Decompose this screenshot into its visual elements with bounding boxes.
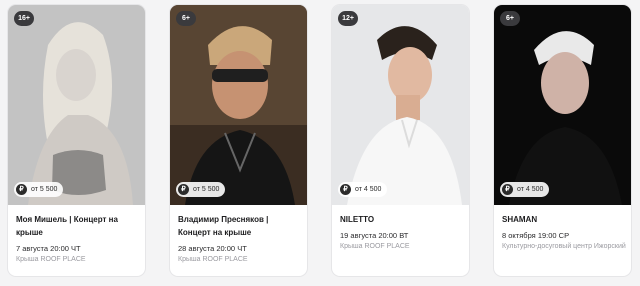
event-title[interactable]: NILETTO [340, 213, 464, 226]
price-badge: ₽ от 5 500 [176, 182, 226, 197]
age-rating-badge: 6+ [176, 11, 196, 26]
price-text: от 5 500 [193, 186, 220, 193]
price-badge: ₽ от 4 500 [500, 182, 550, 197]
event-card[interactable]: 12+ ₽ от 4 500 NILETTO 19 августа 20:00 … [332, 5, 469, 276]
event-date: 28 августа 20:00 ЧТ [178, 244, 247, 253]
ruble-icon: ₽ [502, 184, 513, 195]
price-badge: ₽ от 5 500 [14, 182, 64, 197]
event-photo[interactable] [332, 5, 469, 205]
price-text: от 4 500 [517, 186, 544, 193]
event-venue: Крыша ROOF PLACE [178, 256, 248, 263]
ruble-icon: ₽ [340, 184, 351, 195]
ruble-icon: ₽ [16, 184, 27, 195]
age-rating-badge: 6+ [500, 11, 520, 26]
ruble-icon: ₽ [178, 184, 189, 195]
event-title[interactable]: Владимир Пресняков | Концерт на крыше [178, 213, 302, 239]
event-venue: Крыша ROOF PLACE [16, 256, 86, 263]
event-date: 19 августа 20:00 ВТ [340, 231, 409, 240]
event-title[interactable]: SHAMAN [502, 213, 626, 226]
event-card[interactable]: 16+ ₽ от 5 500 Моя Мишель | Концерт на к… [8, 5, 145, 276]
event-photo[interactable] [494, 5, 631, 205]
price-text: от 4 500 [355, 186, 382, 193]
age-rating-badge: 12+ [338, 11, 358, 26]
event-date: 7 августа 20:00 ЧТ [16, 244, 81, 253]
price-text: от 5 500 [31, 186, 58, 193]
event-venue: Культурно-досуговый центр Ижорский [502, 243, 626, 250]
price-badge: ₽ от 4 500 [338, 182, 388, 197]
event-photo[interactable] [8, 5, 145, 205]
event-card[interactable]: 6+ ₽ от 4 500 SHAMAN 8 октября 19:00 СР … [494, 5, 631, 276]
age-rating-badge: 16+ [14, 11, 34, 26]
event-date: 8 октября 19:00 СР [502, 231, 570, 240]
event-venue: Крыша ROOF PLACE [340, 243, 410, 250]
event-title[interactable]: Моя Мишель | Концерт на крыше [16, 213, 140, 239]
event-photo[interactable] [170, 5, 307, 205]
event-card[interactable]: 6+ ₽ от 5 500 Владимир Пресняков | Конце… [170, 5, 307, 276]
